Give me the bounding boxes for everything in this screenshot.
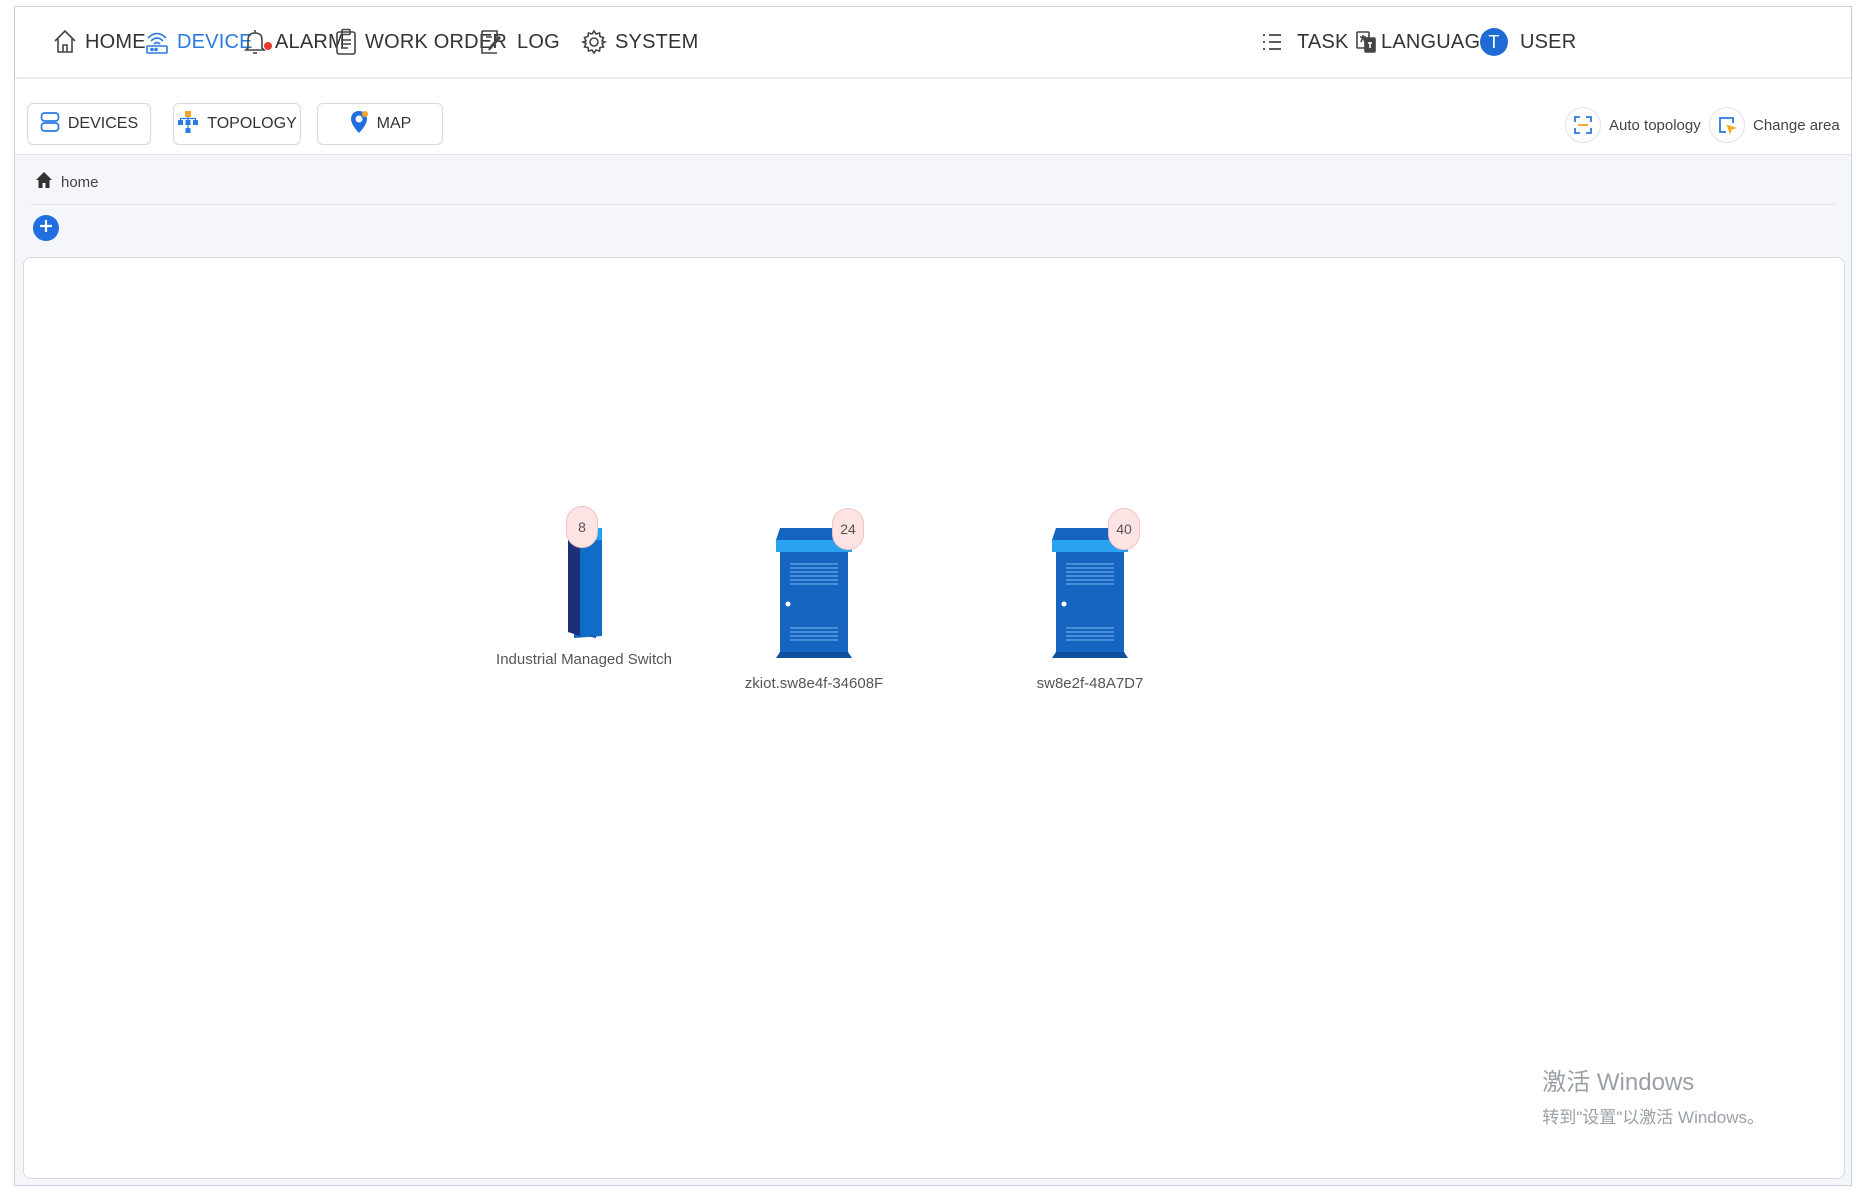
- bell-icon: [243, 28, 272, 56]
- log-edit-icon: [479, 28, 503, 56]
- scan-frame-icon: [1565, 107, 1601, 143]
- divider: [31, 204, 1835, 205]
- nav-system-label: SYSTEM: [615, 30, 699, 53]
- home-icon: [53, 29, 77, 55]
- topology-canvas[interactable]: Industrial Managed Switch 8 zkiot.sw8e4f…: [23, 257, 1845, 1179]
- nav-system[interactable]: SYSTEM: [581, 7, 698, 77]
- add-button[interactable]: [33, 215, 59, 241]
- nav-alarm[interactable]: ALARM: [243, 7, 345, 77]
- topology-node[interactable]: sw8e2f-48A7D7 40: [1020, 508, 1160, 692]
- nav-log-label: LOG: [517, 30, 560, 53]
- windows-activation-watermark: 激活 Windows 转到"设置"以激活 Windows。: [1542, 1062, 1764, 1128]
- tab-topology-label: TOPOLOGY: [207, 115, 297, 132]
- gear-icon: [581, 29, 607, 55]
- tab-map-label: MAP: [376, 115, 412, 132]
- nav-language-label: LANGUAGE: [1381, 30, 1494, 53]
- node-name: zkiot.sw8e4f-34608F: [744, 675, 884, 692]
- list-icon: [1261, 31, 1283, 53]
- nav-task-label: TASK: [1297, 30, 1349, 53]
- nav-log[interactable]: LOG: [479, 7, 560, 77]
- tab-devices-label: DEVICES: [67, 115, 139, 132]
- auto-topology-label: Auto topology: [1609, 116, 1701, 134]
- watermark-line2: 转到"设置"以激活 Windows。: [1542, 1108, 1764, 1127]
- nav-user-label: USER: [1520, 30, 1577, 53]
- node-name: Industrial Managed Switch: [496, 651, 672, 668]
- home-solid-icon: [35, 171, 53, 193]
- nav-user[interactable]: T USER: [1480, 7, 1576, 77]
- area-select-icon: [1709, 107, 1745, 143]
- breadcrumb-home[interactable]: home: [61, 174, 99, 191]
- auto-topology-button[interactable]: Auto topology: [1565, 103, 1701, 147]
- sub-toolbar: DEVICES TOPOLOGY MAP Auto topology Chang: [15, 79, 1851, 155]
- node-name: sw8e2f-48A7D7: [1036, 675, 1144, 692]
- topology-node[interactable]: Industrial Managed Switch 8: [484, 506, 684, 668]
- map-pin-icon: [349, 110, 369, 139]
- port-count-badge: 40: [1108, 508, 1140, 550]
- router-icon: [145, 29, 169, 55]
- nav-home[interactable]: HOME: [53, 7, 146, 77]
- tab-map[interactable]: MAP: [317, 103, 443, 145]
- breadcrumb: home: [35, 167, 99, 197]
- alarm-indicator-dot: [264, 42, 272, 50]
- server-icon: [40, 111, 60, 138]
- port-count-badge: 8: [566, 506, 598, 548]
- app-frame: HOME DEVICE ALARM WORK ORDER LOG SYSTEM …: [14, 6, 1852, 1186]
- top-nav: HOME DEVICE ALARM WORK ORDER LOG SYSTEM …: [15, 7, 1851, 77]
- change-area-label: Change area: [1753, 116, 1840, 134]
- clipboard-icon: [335, 28, 357, 56]
- nav-home-label: HOME: [85, 30, 146, 53]
- change-area-button[interactable]: Change area: [1709, 103, 1840, 147]
- nav-language[interactable]: LANGUAGE: [1355, 7, 1494, 77]
- avatar: T: [1480, 28, 1508, 56]
- nav-task[interactable]: TASK: [1261, 7, 1349, 77]
- nav-device[interactable]: DEVICE: [145, 7, 253, 77]
- translate-icon: [1355, 30, 1377, 54]
- tab-devices[interactable]: DEVICES: [27, 103, 151, 145]
- tab-topology[interactable]: TOPOLOGY: [173, 103, 301, 145]
- topology-icon: [177, 110, 199, 139]
- nav-device-label: DEVICE: [177, 30, 253, 53]
- watermark-line1: 激活 Windows: [1542, 1069, 1695, 1096]
- topology-node[interactable]: zkiot.sw8e4f-34608F 24: [744, 508, 884, 692]
- port-count-badge: 24: [832, 508, 864, 550]
- plus-icon: [38, 218, 54, 239]
